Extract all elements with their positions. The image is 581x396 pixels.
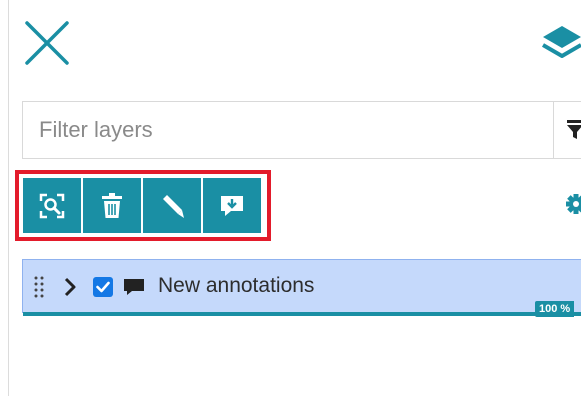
layer-item[interactable]: New annotations <box>22 259 581 316</box>
delete-button[interactable] <box>83 178 141 233</box>
panel-left-border <box>8 0 9 396</box>
layer-name: New annotations <box>158 274 315 297</box>
edit-button[interactable] <box>143 178 201 233</box>
layer-opacity-badge[interactable]: 100 % <box>535 301 575 317</box>
zoom-to-layer-button[interactable] <box>23 178 81 233</box>
gear-icon[interactable] <box>563 190 581 218</box>
layer-toolbar <box>23 178 261 233</box>
filter-layers-input[interactable] <box>23 102 548 158</box>
filter-layers-field <box>22 101 581 159</box>
filter-button[interactable] <box>553 102 581 158</box>
layer-opacity-bar <box>23 312 581 316</box>
pencil-icon <box>163 194 184 218</box>
drag-handle-icon[interactable] <box>33 274 45 300</box>
zoom-extent-icon <box>39 193 65 218</box>
layer-visibility-checkbox[interactable] <box>93 277 113 297</box>
download-comment-icon <box>221 195 243 216</box>
checkmark-icon <box>96 281 110 293</box>
close-icon[interactable] <box>24 20 70 66</box>
chevron-right-icon[interactable] <box>63 277 77 297</box>
trash-icon <box>102 192 122 218</box>
layers-stack-icon[interactable] <box>540 24 581 66</box>
import-annotations-button[interactable] <box>203 178 261 233</box>
comment-icon <box>122 277 146 297</box>
funnel-filter-icon <box>567 120 581 139</box>
